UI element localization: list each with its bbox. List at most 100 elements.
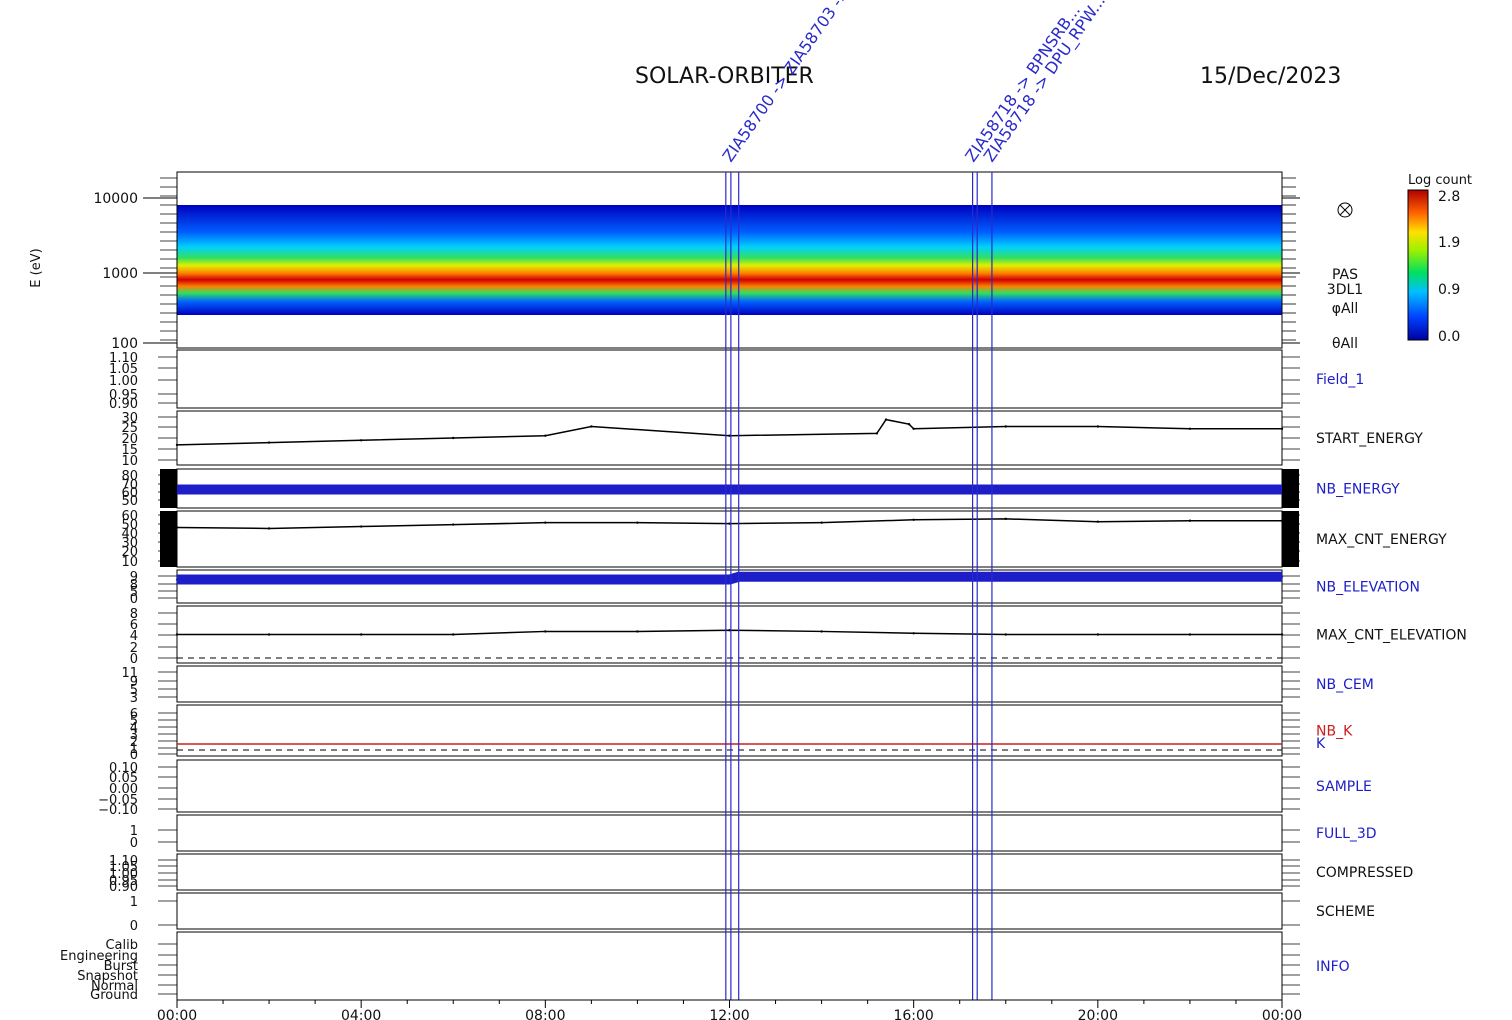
panel-frame: [176, 892, 1283, 930]
spectrogram-ytick-label: 10000: [93, 191, 138, 207]
time-tick-label: 04:00: [341, 1008, 381, 1020]
panel-frame: [176, 410, 1283, 466]
panel-ytick-label: 0: [130, 836, 138, 851]
series-point-max-cnt-elevation: [912, 632, 915, 635]
panel-ytick-label: 1.00: [109, 374, 138, 389]
spectrogram-side-label: φAll: [1332, 301, 1359, 317]
time-tick-label: 00:00: [157, 1008, 197, 1020]
series-point-max-cnt-elevation: [636, 630, 639, 633]
series-point-max-cnt-energy: [1096, 520, 1100, 523]
spectrogram-ytick-label: 100: [111, 336, 138, 352]
side-block: [160, 469, 177, 508]
panel-label-compressed: COMPRESSED: [1316, 865, 1413, 881]
plot-area: 100001000100E (eV) PAS3DL1φAllθAll 1.101.…: [29, 0, 1472, 1020]
panel-ytick-label: Ground: [90, 988, 138, 1003]
panel-frame: [176, 814, 1283, 852]
side-block-right: [1282, 511, 1299, 567]
panel-nb-cem: 11953NB_CEM: [121, 665, 1374, 706]
panel-max-cnt-energy: 605040302010MAX_CNT_ENERGY: [121, 509, 1447, 570]
panel-frame: [176, 704, 1283, 757]
series-point-max-cnt-energy: [636, 521, 639, 524]
series-point-max-cnt-elevation: [544, 630, 547, 633]
series-point-nb-energy: [907, 488, 911, 491]
series-point-start-energy: [452, 436, 455, 440]
panel-label-nb-cem: NB_CEM: [1316, 677, 1374, 693]
spectrogram-side-label: PAS: [1332, 267, 1358, 283]
panel-info: CalibEngineeringBurstSnapshotNormalGroun…: [60, 931, 1350, 1003]
series-point-start-energy: [267, 441, 271, 444]
series-point-max-cnt-elevation: [175, 633, 179, 636]
panel-label-nb-elevation: NB_ELEVATION: [1316, 580, 1420, 596]
series-point-max-cnt-elevation: [1188, 633, 1192, 636]
colorbar-tick-label: 0.9: [1438, 282, 1460, 298]
panel-ytick-label: 3: [130, 691, 138, 706]
series-point-max-cnt-elevation: [267, 633, 271, 636]
panel-nb-elevation: 9850NB_ELEVATION: [130, 569, 1420, 607]
series-point-start-energy: [884, 418, 888, 421]
series-point-max-cnt-elevation: [820, 630, 823, 633]
series-point-start-energy: [875, 432, 879, 435]
series-point-max-cnt-elevation: [359, 633, 363, 636]
series-point-start-energy: [1004, 425, 1007, 428]
time-tick-label: 00:00: [1262, 1008, 1302, 1020]
series-point-nb-energy: [875, 488, 879, 491]
series-point-nb-elevation: [875, 575, 879, 578]
series-point-nb-elevation: [1280, 575, 1284, 578]
series-point-max-cnt-energy: [267, 527, 271, 530]
series-point-start-energy: [590, 425, 593, 428]
panel-ytick-label: 0: [130, 919, 138, 934]
spectrogram-side-label: 3DL1: [1327, 282, 1363, 298]
panel-ytick-label: 0: [130, 652, 138, 667]
time-tick-label: 20:00: [1078, 1008, 1118, 1020]
series-point-max-cnt-energy: [912, 518, 915, 521]
series-line-start-energy: [176, 418, 1282, 446]
panel-ytick-label: 0.90: [109, 880, 138, 895]
series-point-max-cnt-elevation: [452, 633, 455, 636]
colorbar-tick-label: 2.8: [1438, 189, 1460, 205]
panel-ytick-label: 1: [130, 895, 138, 910]
panel-ytick-label: −0.10: [98, 803, 138, 818]
panel-frame: [176, 853, 1283, 891]
panel-sample: 0.100.050.00−0.05−0.10SAMPLE: [98, 759, 1372, 818]
panel-ytick-label: 50: [121, 494, 138, 509]
panel-frame: [176, 931, 1283, 1001]
series-point-start-energy: [1188, 427, 1192, 430]
panel-label-nb-energy: NB_ENERGY: [1316, 482, 1400, 498]
panel-scheme: 1 0 SCHEME: [130, 892, 1375, 934]
side-block-right: [1282, 469, 1299, 508]
series-point-start-energy: [907, 423, 911, 426]
panel-label-full-3d: FULL_3D: [1316, 826, 1377, 842]
panel-ytick-label: 0: [130, 592, 138, 607]
series-point-max-cnt-elevation: [1280, 633, 1284, 636]
panel-label-field-1: Field_1: [1316, 372, 1364, 388]
panel-label-k: K: [1316, 736, 1326, 752]
panel-ytick-label: 0.90: [109, 397, 138, 412]
time-tick-label: 08:00: [525, 1008, 565, 1020]
panel-label-info: INFO: [1316, 959, 1350, 975]
panel-frame: [176, 759, 1283, 813]
panel-label-max-cnt-energy: MAX_CNT_ENERGY: [1316, 532, 1447, 548]
colorbar-tick-label: 1.9: [1438, 235, 1460, 251]
series-point-max-cnt-elevation: [1004, 633, 1007, 636]
crossed-circle-icon: [1337, 202, 1353, 218]
spectrogram-side-label: θAll: [1332, 336, 1358, 352]
series-point-max-cnt-energy: [359, 525, 363, 528]
colorbar: [1407, 189, 1429, 341]
series-point-start-energy: [544, 434, 547, 437]
panel-nb-k: 6543210NB_K: [130, 704, 1353, 763]
panel-label-max-cnt-elevation: MAX_CNT_ELEVATION: [1316, 628, 1467, 644]
series-point-start-energy: [1096, 425, 1100, 428]
panel-ytick-label: 10: [121, 454, 138, 469]
series-point-max-cnt-energy: [452, 523, 455, 526]
series-point-max-cnt-energy: [820, 521, 823, 524]
panel-label-start-energy: START_ENERGY: [1316, 431, 1423, 447]
panel-frame: [176, 665, 1283, 703]
series-point-max-cnt-energy: [544, 521, 547, 524]
panel-frame: [176, 349, 1283, 409]
series-point-start-energy: [912, 427, 915, 430]
panel-nb-energy: 80706050NB_ENERGY: [121, 468, 1400, 509]
panel-start-energy: 3025201510START_ENERGY: [121, 410, 1423, 469]
series-point-max-cnt-elevation: [1096, 633, 1100, 636]
series-point-nb-elevation: [175, 578, 179, 581]
colorbar-title: Log count: [1408, 173, 1472, 188]
